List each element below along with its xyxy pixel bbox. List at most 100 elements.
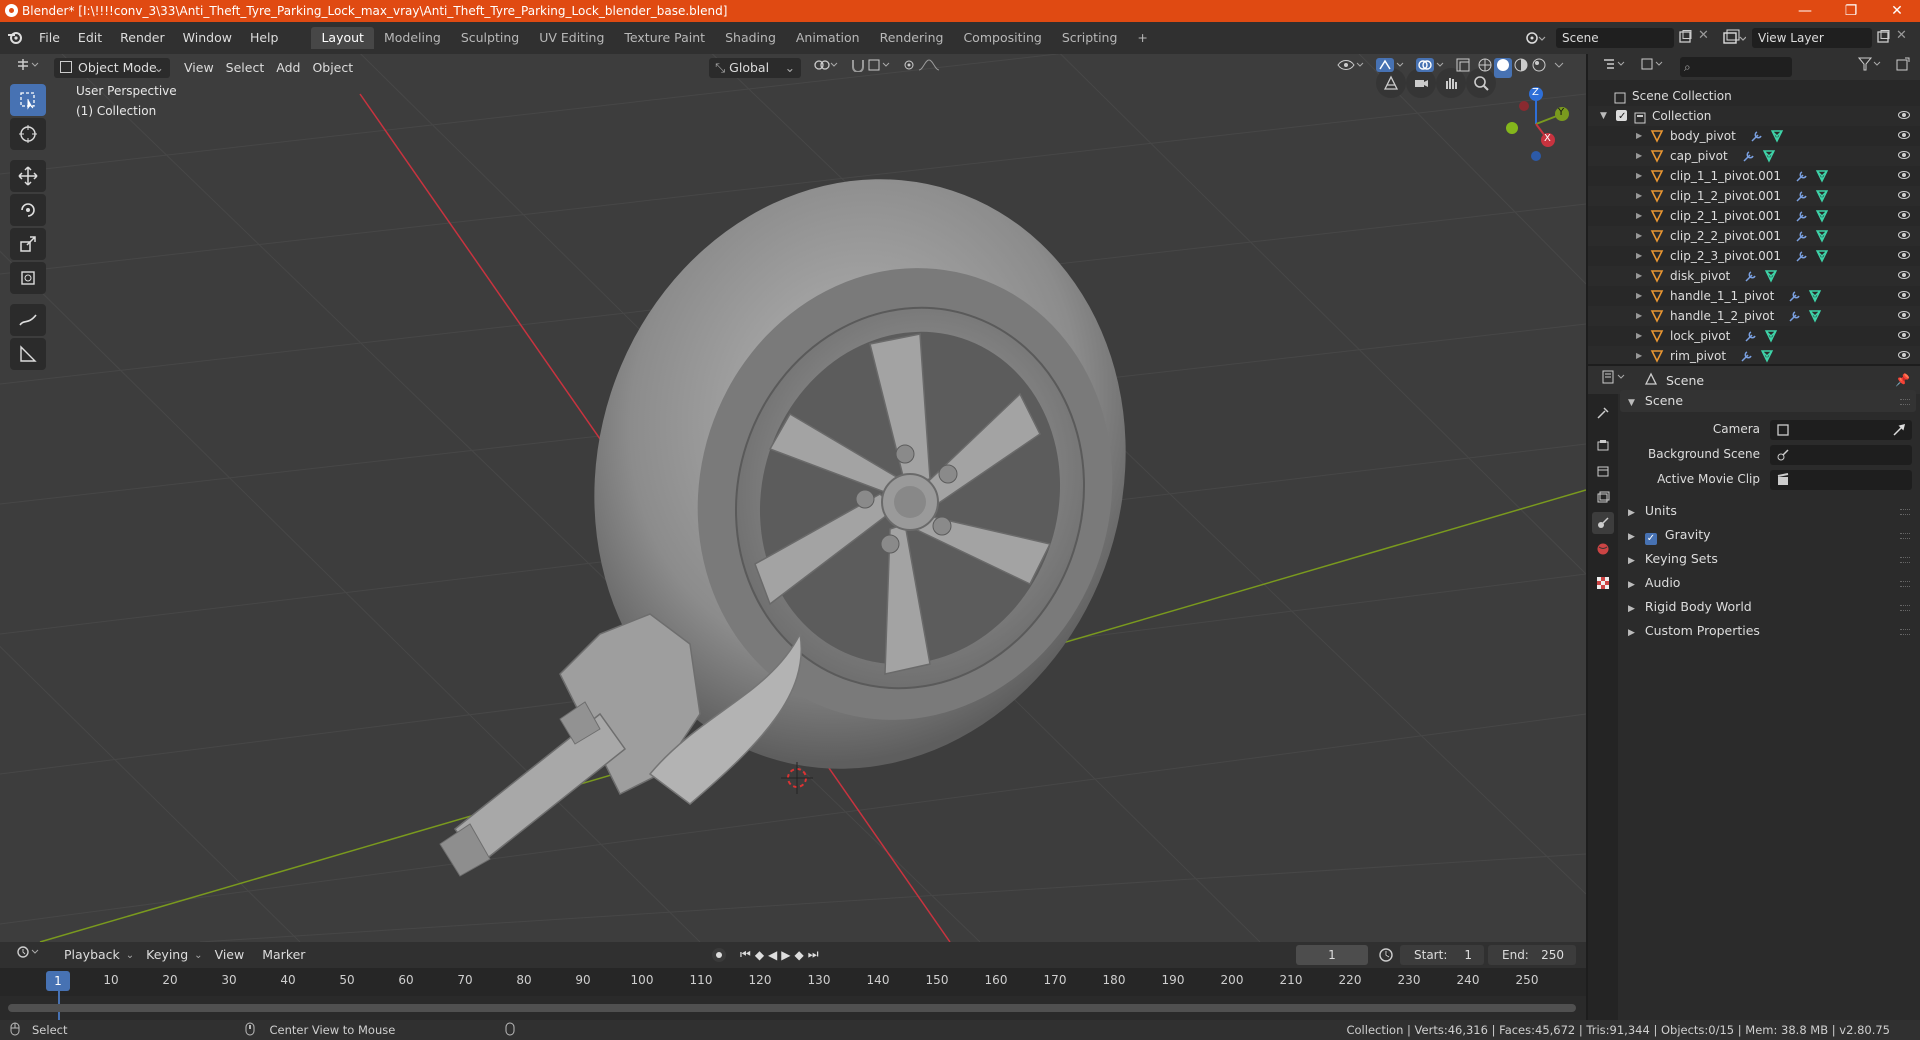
expand-arrow-icon[interactable]: ▶	[1636, 346, 1642, 364]
expand-arrow-icon[interactable]: ▶	[1636, 326, 1642, 346]
tab-compositing[interactable]: Compositing	[953, 27, 1051, 49]
view-layer-unlink-icon[interactable]: ✕	[1896, 28, 1907, 43]
expand-arrow-icon[interactable]: ▶	[1636, 166, 1642, 186]
blender-menu-icon[interactable]	[0, 29, 30, 48]
drag-handle-icon[interactable]	[1900, 557, 1910, 563]
visibility-eye-icon[interactable]	[1898, 151, 1910, 159]
outliner-row-object[interactable]: ▶ lock_pivot	[1588, 326, 1920, 346]
play-reverse-icon[interactable]: ◀	[768, 948, 777, 962]
visibility-eye-icon[interactable]	[1898, 291, 1910, 299]
tab-animation[interactable]: Animation	[786, 27, 870, 49]
output-tab-icon[interactable]	[1592, 460, 1614, 482]
modifier-wrench-icon[interactable]	[1740, 349, 1754, 364]
collection-checkbox[interactable]: ✓	[1616, 110, 1627, 122]
tyre-lock-model[interactable]	[439, 110, 1201, 877]
rigid-body-world-panel-header[interactable]: ▶ Rigid Body World	[1620, 596, 1916, 618]
start-frame-field[interactable]: Start: 1	[1400, 945, 1484, 965]
outliner-row-object[interactable]: ▶ clip_2_3_pivot.001	[1588, 246, 1920, 266]
menu-timeline-view[interactable]: View	[209, 945, 251, 965]
drag-handle-icon[interactable]	[1900, 399, 1910, 405]
annotate-tool[interactable]	[10, 304, 46, 336]
prev-keyframe-icon[interactable]: ◆	[755, 948, 764, 962]
scene-unlink-icon[interactable]: ✕	[1698, 28, 1709, 43]
expand-arrow-icon[interactable]: ▶	[1636, 206, 1642, 226]
add-workspace-button[interactable]: +	[1127, 27, 1157, 49]
drag-handle-icon[interactable]	[1900, 581, 1910, 587]
properties-editor-type-icon[interactable]	[1596, 370, 1634, 390]
outliner-row-object[interactable]: ▶ disk_pivot	[1588, 266, 1920, 286]
outliner-row-object[interactable]: ▶ clip_1_2_pivot.001	[1588, 186, 1920, 206]
outliner-display-mode-icon[interactable]	[1634, 57, 1672, 77]
tool-tab-icon[interactable]	[1592, 402, 1614, 424]
outliner-search-input[interactable]: ⌕	[1680, 57, 1792, 77]
tab-rendering[interactable]: Rendering	[870, 27, 954, 49]
visibility-eye-icon[interactable]	[1898, 271, 1910, 279]
end-frame-field[interactable]: End: 250	[1488, 945, 1576, 965]
pin-icon[interactable]: 📌	[1895, 373, 1910, 387]
outliner-row-scene-collection[interactable]: Scene Collection	[1588, 86, 1920, 106]
outliner-row-object[interactable]: ▶ rim_pivot	[1588, 346, 1920, 364]
menu-render[interactable]: Render	[111, 27, 174, 49]
pivot-point-icon[interactable]	[807, 58, 845, 78]
visibility-eye-icon[interactable]	[1898, 131, 1910, 139]
outliner-row-object[interactable]: ▶ clip_2_1_pivot.001	[1588, 206, 1920, 226]
menu-view[interactable]: View	[178, 58, 220, 78]
visibility-eye-icon[interactable]	[1898, 351, 1910, 359]
outliner-filter-icon[interactable]	[1852, 57, 1890, 77]
world-tab-icon[interactable]	[1592, 538, 1614, 560]
expand-arrow-icon[interactable]: ▶	[1636, 266, 1642, 286]
selectability-visibility-icon[interactable]	[1330, 58, 1370, 78]
mesh-data-icon[interactable]	[1760, 349, 1774, 364]
3d-viewport[interactable]: User Perspective (1) Collection Z Y X	[0, 54, 1586, 942]
texture-tab-icon[interactable]	[1592, 572, 1614, 594]
outliner-row-collection[interactable]: ▼ ✓ Collection	[1588, 106, 1920, 126]
scene-panel-header[interactable]: ▼ Scene	[1620, 390, 1916, 412]
visibility-eye-icon[interactable]	[1898, 311, 1910, 319]
shading-options-icon[interactable]	[1548, 58, 1570, 78]
keying-sets-panel-header[interactable]: ▶ Keying Sets	[1620, 548, 1916, 570]
jump-start-icon[interactable]: ⏮	[740, 947, 751, 962]
maximize-button[interactable]: ❐	[1828, 0, 1874, 22]
drag-handle-icon[interactable]	[1900, 509, 1910, 515]
view-layer-browse-icon[interactable]	[1722, 28, 1747, 51]
units-panel-header[interactable]: ▶ Units	[1620, 500, 1916, 522]
collapse-arrow-icon[interactable]: ▼	[1600, 106, 1607, 126]
visibility-eye-icon[interactable]	[1898, 331, 1910, 339]
select-box-tool[interactable]	[10, 84, 46, 116]
transform-orientation-select[interactable]: ⤡ Global ⌄	[709, 58, 802, 78]
visibility-eye-icon[interactable]	[1898, 211, 1910, 219]
tab-shading[interactable]: Shading	[715, 27, 786, 49]
timeline-scrollbar[interactable]	[8, 1004, 1576, 1012]
audio-panel-header[interactable]: ▶ Audio	[1620, 572, 1916, 594]
expand-arrow-icon[interactable]: ▶	[1636, 146, 1642, 166]
drag-handle-icon[interactable]	[1900, 533, 1910, 539]
camera-field[interactable]	[1770, 420, 1912, 440]
background-scene-field[interactable]	[1770, 445, 1912, 465]
gravity-panel-header[interactable]: ▶ ✓ Gravity	[1620, 524, 1916, 546]
proportional-editing-icon[interactable]	[897, 58, 953, 78]
snap-icon[interactable]	[845, 58, 897, 78]
gravity-checkbox[interactable]: ✓	[1644, 533, 1657, 545]
gizmo-toggle-icon[interactable]	[1370, 58, 1410, 78]
scene-browse-icon[interactable]	[1524, 28, 1546, 51]
view-layer-new-icon[interactable]	[1876, 30, 1890, 47]
menu-file[interactable]: File	[30, 27, 69, 49]
expand-arrow-icon[interactable]: ▶	[1636, 246, 1642, 266]
expand-arrow-icon[interactable]: ▶	[1636, 306, 1642, 326]
outliner-row-object[interactable]: ▶ cap_pivot	[1588, 146, 1920, 166]
menu-select[interactable]: Select	[220, 58, 271, 78]
tab-layout[interactable]: Layout	[311, 27, 374, 49]
scale-tool[interactable]	[10, 228, 46, 260]
navigation-gizmo[interactable]: Z Y X	[1490, 82, 1570, 162]
scene-tab-icon[interactable]	[1592, 512, 1614, 534]
drag-handle-icon[interactable]	[1900, 629, 1910, 635]
material-shading-icon[interactable]	[1512, 58, 1530, 78]
editor-type-icon[interactable]	[10, 58, 48, 78]
visibility-eye-icon[interactable]	[1898, 171, 1910, 179]
expand-arrow-icon[interactable]: ▶	[1636, 126, 1642, 146]
tab-texture-paint[interactable]: Texture Paint	[614, 27, 715, 49]
transform-tool[interactable]	[10, 262, 46, 294]
view-layer-field[interactable]: View Layer	[1752, 28, 1872, 48]
tab-sculpting[interactable]: Sculpting	[451, 27, 529, 49]
collection-visibility-icon[interactable]	[1898, 111, 1910, 119]
